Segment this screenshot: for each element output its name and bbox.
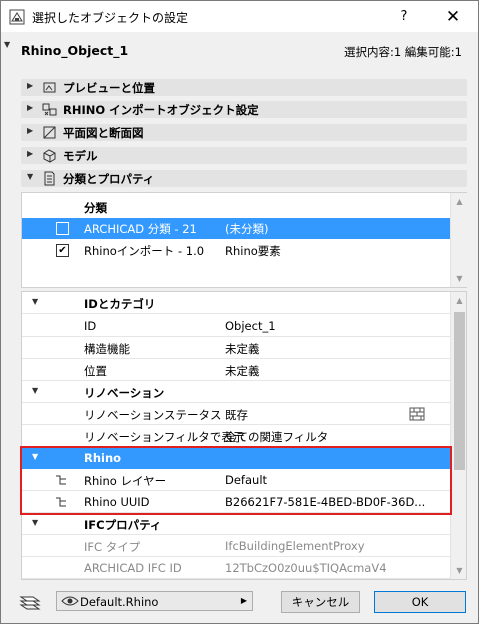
property-group-ifc[interactable]: ▼ IFCプロパティ bbox=[22, 513, 450, 535]
ok-button[interactable]: OK bbox=[374, 591, 466, 613]
classification-value: (未分類) bbox=[225, 222, 269, 236]
scroll-thumb[interactable] bbox=[454, 312, 465, 470]
group-label: IFCプロパティ bbox=[84, 518, 162, 532]
rhino-highlight-box bbox=[20, 446, 452, 515]
cancel-button[interactable]: キャンセル bbox=[281, 591, 360, 613]
group-label: リノベーション bbox=[84, 386, 165, 400]
classification-value: Rhino要素 bbox=[225, 244, 281, 258]
property-group-renovation[interactable]: ▼ リノベーション bbox=[22, 381, 450, 403]
section-label: RHINO インポートオブジェクト設定 bbox=[63, 103, 259, 117]
view-setting-label: Default.Rhino bbox=[80, 595, 159, 609]
section-model[interactable]: ▶ モデル bbox=[21, 147, 467, 164]
classification-scrollbar[interactable]: ▲ ▼ bbox=[450, 193, 467, 287]
classification-header-label: 分類 bbox=[84, 201, 107, 215]
property-row[interactable]: リノベーションステータス 既存 bbox=[22, 403, 450, 425]
section-plan-section[interactable]: ▶ 平面図と断面図 bbox=[21, 124, 467, 141]
scroll-up-icon[interactable]: ▲ bbox=[451, 292, 466, 309]
property-row: ARCHICAD IFC ID 12TbCzO0z0uu$TIQAcmaV4 bbox=[22, 557, 450, 579]
property-value[interactable]: 未定義 bbox=[225, 341, 260, 357]
section-preview-position[interactable]: ▶ プレビューと位置 bbox=[21, 79, 467, 96]
section-classification-properties[interactable]: ▼ 分類とプロパティ bbox=[21, 170, 467, 187]
property-value: IfcBuildingElementProxy bbox=[225, 539, 365, 553]
properties-scrollbar[interactable]: ▲ ▼ bbox=[450, 292, 466, 579]
expand-arrow-icon: ▶ bbox=[27, 149, 34, 158]
classification-panel: 分類 ARCHICAD 分類 - 21 (未分類) ✔ Rhinoインポート -… bbox=[21, 192, 467, 288]
property-value[interactable]: 全ての関連フィルタ bbox=[225, 429, 328, 445]
dialog-footer: Default.Rhino ▶ キャンセル OK bbox=[1, 586, 478, 624]
object-header: Rhino_Object_1 選択内容:1 編集可能:1 bbox=[1, 32, 478, 66]
dropdown-arrow-icon: ▶ bbox=[240, 596, 247, 605]
close-button[interactable]: ✕ bbox=[441, 5, 465, 29]
classification-system: Rhinoインポート - 1.0 bbox=[84, 244, 205, 258]
dialog-window: 選択したオブジェクトの設定 ? ✕ ▼ Rhino_Object_1 選択内容:… bbox=[0, 0, 479, 624]
property-row[interactable]: リノベーションフィルタで表示 全ての関連フィルタ bbox=[22, 425, 450, 447]
selection-info: 選択内容:1 編集可能:1 bbox=[343, 45, 462, 59]
property-value[interactable]: Object_1 bbox=[225, 319, 276, 333]
window-title: 選択したオブジェクトの設定 bbox=[32, 11, 189, 25]
rhino-import-icon bbox=[42, 103, 57, 116]
document-icon bbox=[44, 171, 55, 186]
property-key: リノベーションフィルタで表示 bbox=[84, 430, 245, 444]
group-label: IDとカテゴリ bbox=[84, 297, 156, 311]
property-key: IFC タイプ bbox=[84, 540, 141, 554]
expand-arrow-icon: ▶ bbox=[27, 81, 34, 90]
scroll-down-icon[interactable]: ▼ bbox=[451, 562, 466, 579]
collapse-arrow-icon: ▼ bbox=[27, 172, 34, 181]
properties-panel: ▼ IDとカテゴリ ID Object_1 構造機能 未定義 位置 未定義 ▼ … bbox=[21, 291, 467, 580]
property-group-id-category[interactable]: ▼ IDとカテゴリ bbox=[22, 292, 450, 314]
scroll-up-icon[interactable]: ▲ bbox=[451, 193, 468, 210]
property-row[interactable]: ID Object_1 bbox=[22, 315, 450, 337]
property-value[interactable]: 既存 bbox=[225, 407, 248, 423]
property-row[interactable]: 構造機能 未定義 bbox=[22, 337, 450, 359]
property-row[interactable]: 位置 未定義 bbox=[22, 359, 450, 381]
section-label: 分類とプロパティ bbox=[63, 172, 155, 186]
eye-icon bbox=[61, 596, 79, 606]
scroll-down-icon[interactable]: ▼ bbox=[451, 270, 468, 287]
property-value[interactable]: 未定義 bbox=[225, 363, 260, 379]
section-label: 平面図と断面図 bbox=[63, 126, 144, 140]
property-key: リノベーションステータス bbox=[84, 408, 222, 422]
layers-icon[interactable] bbox=[19, 593, 41, 611]
classification-header: 分類 bbox=[22, 193, 450, 218]
expand-arrow-icon: ▶ bbox=[27, 103, 34, 112]
property-key: ID bbox=[84, 319, 97, 333]
property-key: 位置 bbox=[84, 364, 107, 378]
property-key: 構造機能 bbox=[84, 342, 130, 356]
section-rhino-import-settings[interactable]: ▶ RHINO インポートオブジェクト設定 bbox=[21, 101, 467, 118]
expand-arrow-icon: ▶ bbox=[27, 126, 34, 135]
section-label: モデル bbox=[63, 149, 98, 163]
property-value: 12TbCzO0z0uu$TIQAcmaV4 bbox=[225, 561, 387, 575]
renovation-brick-icon[interactable] bbox=[409, 407, 425, 421]
title-bar: 選択したオブジェクトの設定 ? ✕ bbox=[1, 1, 478, 32]
property-key: ARCHICAD IFC ID bbox=[84, 561, 182, 575]
section-label: プレビューと位置 bbox=[63, 81, 155, 95]
collapse-arrow-icon: ▼ bbox=[32, 386, 39, 395]
floorplan-icon bbox=[43, 126, 56, 139]
archicad-app-icon bbox=[9, 9, 25, 25]
classification-row[interactable]: ✔ Rhinoインポート - 1.0 Rhino要素 bbox=[22, 240, 450, 261]
model-cube-icon bbox=[43, 149, 56, 163]
property-row: IFC タイプ IfcBuildingElementProxy bbox=[22, 535, 450, 557]
view-setting-dropdown[interactable]: Default.Rhino ▶ bbox=[56, 591, 253, 611]
object-name: Rhino_Object_1 bbox=[21, 43, 129, 58]
classification-row[interactable]: ARCHICAD 分類 - 21 (未分類) bbox=[22, 218, 450, 239]
help-button[interactable]: ? bbox=[394, 7, 414, 27]
collapse-arrow-icon: ▼ bbox=[32, 518, 39, 527]
preview-icon bbox=[43, 82, 56, 93]
collapse-arrow-icon: ▼ bbox=[32, 297, 39, 306]
classification-system: ARCHICAD 分類 - 21 bbox=[84, 222, 197, 236]
classification-checkbox[interactable] bbox=[56, 222, 69, 235]
classification-checkbox[interactable]: ✔ bbox=[56, 244, 69, 257]
